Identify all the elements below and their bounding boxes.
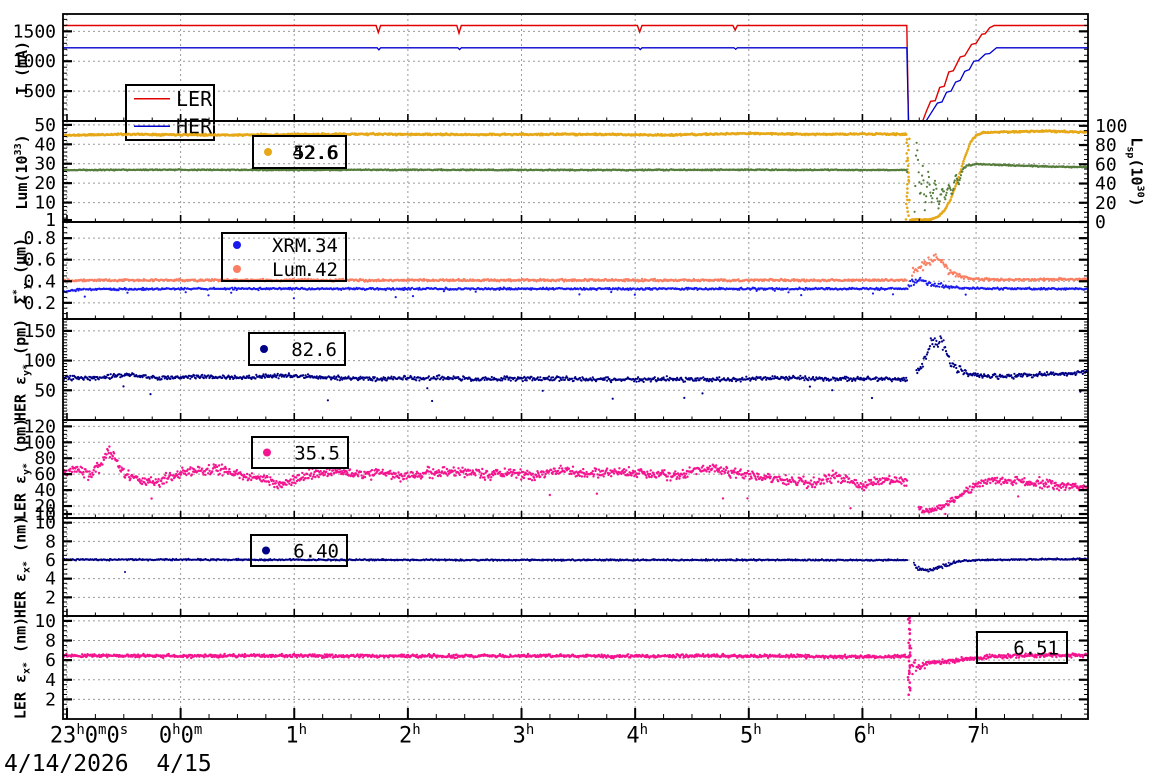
ylabel-ler-ex: LER εx* (nm) [11, 616, 33, 719]
series-LER-ey [63, 445, 1088, 516]
legend-value: 52.6 [293, 142, 339, 164]
legend-current: LERHER [125, 84, 215, 141]
plot-canvas: 15001000500 LERHER 10080604020050403020101… [13, 13, 1128, 720]
right-tick-label: 40 [1095, 174, 1117, 195]
ylabel-sigma-y: Σ*y (μm) [11, 237, 33, 304]
left-tick-label: 20 [34, 173, 56, 194]
ylabel-luminosity: Lum(1033) [13, 133, 31, 210]
panel-ler-ey-series [63, 445, 1088, 516]
left-tick-label: 8 [45, 631, 56, 652]
left-tick-label: 30 [34, 154, 56, 175]
legend-value: 35.5 [294, 443, 340, 465]
ylabel-current: I (mA) [13, 40, 31, 95]
left-tick-label: 4 [45, 670, 56, 691]
legend-label: Lum [272, 259, 306, 281]
left-tick-label: 6 [45, 650, 56, 671]
series-HER-current [63, 47, 1088, 121]
right-tick-label: 0 [1095, 212, 1106, 233]
left-tick-label: 50 [34, 115, 56, 136]
ylabel-her-ex: HER εx* (nm) [11, 515, 33, 619]
panel-her-ex: 1086426.40 [34, 513, 1089, 617]
series-LER-current [63, 24, 1088, 121]
left-tick-label: 1500 [13, 21, 56, 42]
legend-label: XRM [272, 235, 306, 257]
right-tick-label: 20 [1095, 193, 1117, 214]
left-tick-label: 50 [34, 380, 56, 401]
series-Lum [63, 129, 1088, 222]
ylabel-ler-ey: LER εy* (pm) [11, 417, 33, 521]
ylabel-right-luminosity: Lsp(1030) [1124, 136, 1146, 207]
legend-sigma-y: XRM.34Lum.42 [221, 232, 347, 282]
xtick-label: 0h0m [158, 722, 203, 749]
legend-label: LER [176, 87, 213, 111]
series-HER-ey [63, 335, 1088, 403]
panel-sigma-y-series [63, 253, 1088, 300]
xtick-label: 1h [285, 722, 308, 749]
legend-luminosity: 42.652.6 [252, 135, 347, 169]
xtick-label: 7h [967, 722, 989, 749]
xtick-label: 4h [626, 722, 648, 749]
xtick-label: 3h [512, 722, 535, 749]
right-tick-label: 80 [1095, 135, 1117, 156]
panel-ler-ex-series [63, 616, 1088, 696]
panel-luminosity-series [63, 129, 1088, 222]
panel-ler-ey: 120100806040201035.5 [23, 416, 1089, 525]
series-sigma-y-Lum [63, 253, 1088, 283]
xtick-label: 5h [739, 722, 762, 749]
series-Lum-abort-spray [904, 137, 911, 221]
beam-history-chart: 1500 1000 500 LER HER 100 80 60 40 20 0 50 40 30 20 10 1… [0, 0, 1160, 782]
left-tick-label: 2 [45, 689, 56, 710]
date-label: 4/14/2026 4/15 [4, 751, 212, 777]
legend-value: 82.6 [291, 339, 337, 361]
panel-current-series [63, 24, 1088, 121]
left-tick-label: 2 [45, 587, 56, 608]
xtick-label: 2h [399, 722, 421, 749]
right-tick-label: 100 [1095, 116, 1128, 137]
xtick-label: 23h0m0s [49, 722, 129, 749]
left-tick-label: 10 [34, 611, 56, 632]
panel-sigma-y: 0.80.60.40.2XRM.34Lum.42 [23, 221, 1089, 320]
right-tick-label: 60 [1095, 154, 1117, 175]
legend-value: .42 [304, 259, 338, 281]
left-tick-label: 40 [34, 134, 56, 155]
legend-value: .34 [304, 235, 338, 257]
panel-ler-ex: 108642 6.51 [34, 611, 1089, 720]
panel-her-ey: 1501005082.6 [23, 318, 1089, 421]
xtick-label: 6h [853, 722, 876, 749]
panel-her-ey-series [63, 335, 1088, 403]
legend-value: 6.40 [293, 541, 339, 563]
series-LER-ex [63, 647, 1088, 676]
ylabel-her-ey: HER εy* (pm) [11, 318, 33, 421]
legend-ler-ey: 35.5 [251, 436, 349, 469]
legend-value: 6.51 [1013, 638, 1059, 660]
